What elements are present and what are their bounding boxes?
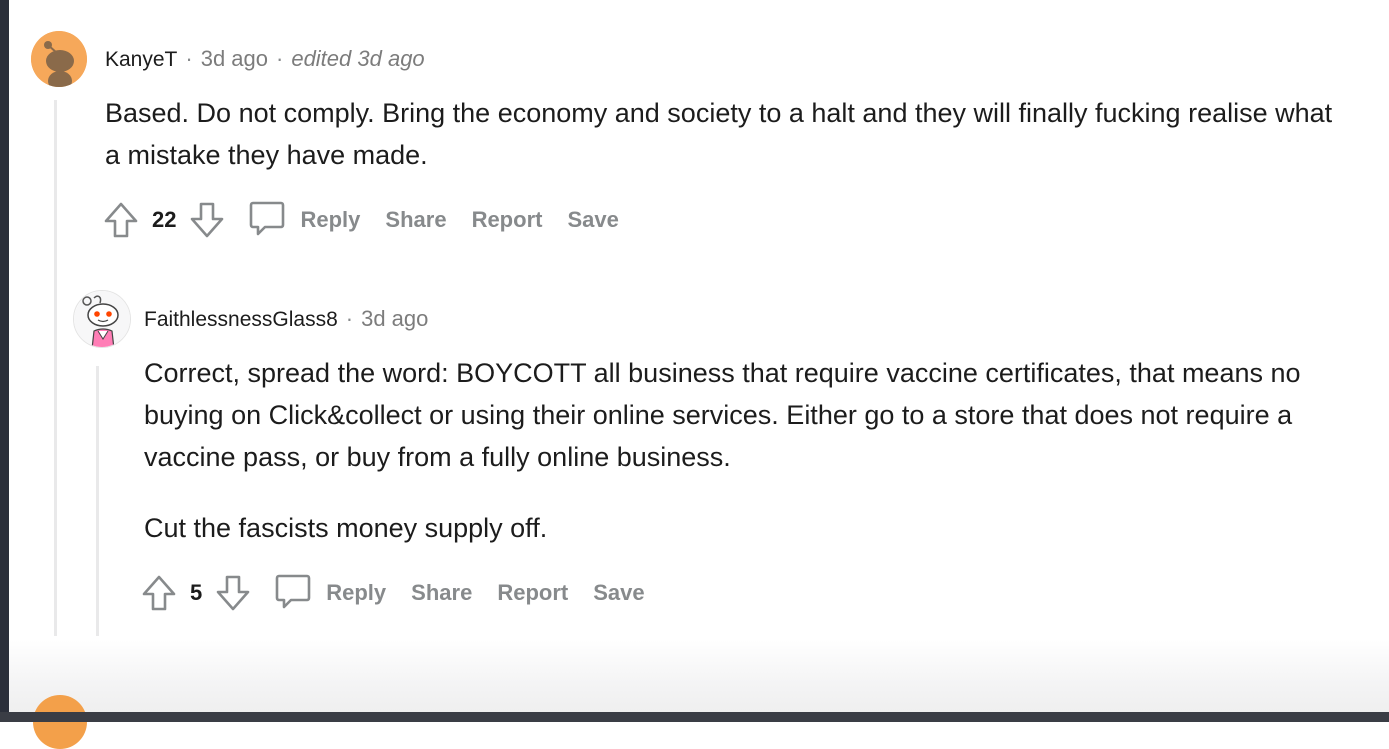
save-button[interactable]: Save — [593, 580, 644, 606]
snoo-avatar-icon — [74, 291, 130, 347]
comment-author[interactable]: FaithlessnessGlass8 — [144, 308, 338, 332]
comment-body: Correct, spread the word: BOYCOTT all bu… — [144, 358, 1301, 472]
snoo-avatar-icon — [31, 31, 87, 87]
comment-actions: 22 Reply Share Report Save — [102, 199, 619, 241]
thread-line[interactable] — [54, 100, 57, 636]
window-left-edge — [0, 0, 9, 722]
meta-separator: · — [276, 46, 284, 71]
comment-body: Based. Do not comply. Bring the economy … — [105, 98, 1333, 170]
comment-icon — [274, 572, 312, 615]
comment-icon — [248, 199, 286, 242]
share-button[interactable]: Share — [385, 207, 446, 233]
window-bottom-edge — [0, 712, 1389, 722]
comment-timestamp[interactable]: 3d ago — [361, 306, 428, 332]
edited-label: edited 3d ago — [291, 46, 425, 71]
comment-author[interactable]: KanyeT — [105, 48, 177, 72]
upvote-icon[interactable] — [102, 199, 140, 241]
meta-separator: · — [185, 46, 193, 71]
avatar[interactable] — [31, 31, 87, 87]
scroll-fade — [9, 640, 1389, 712]
reply-button[interactable]: Reply — [248, 199, 360, 242]
reply-label: Reply — [326, 580, 387, 605]
thread-line[interactable] — [96, 366, 99, 636]
upvote-icon[interactable] — [140, 572, 178, 614]
vote-score: 22 — [152, 207, 177, 232]
downvote-icon[interactable] — [214, 572, 252, 614]
vote-score: 5 — [190, 580, 203, 605]
comment-timestamp[interactable]: 3d ago — [201, 46, 268, 72]
avatar[interactable] — [33, 695, 87, 749]
avatar[interactable] — [73, 290, 131, 348]
comment-actions: 5 Reply Share Report Save — [140, 572, 645, 614]
save-button[interactable]: Save — [567, 207, 618, 233]
comment-body: Cut the fascists money supply off. — [144, 513, 548, 543]
report-button[interactable]: Report — [497, 580, 568, 606]
reply-button[interactable]: Reply — [274, 572, 386, 615]
comment-meta: KanyeT · 3d ago · edited 3d ago — [105, 46, 425, 72]
report-button[interactable]: Report — [472, 207, 543, 233]
share-button[interactable]: Share — [411, 580, 472, 606]
downvote-icon[interactable] — [188, 199, 226, 241]
meta-separator: · — [345, 306, 354, 331]
reply-label: Reply — [300, 207, 361, 232]
comment-meta: FaithlessnessGlass8 · 3d ago — [144, 306, 428, 332]
